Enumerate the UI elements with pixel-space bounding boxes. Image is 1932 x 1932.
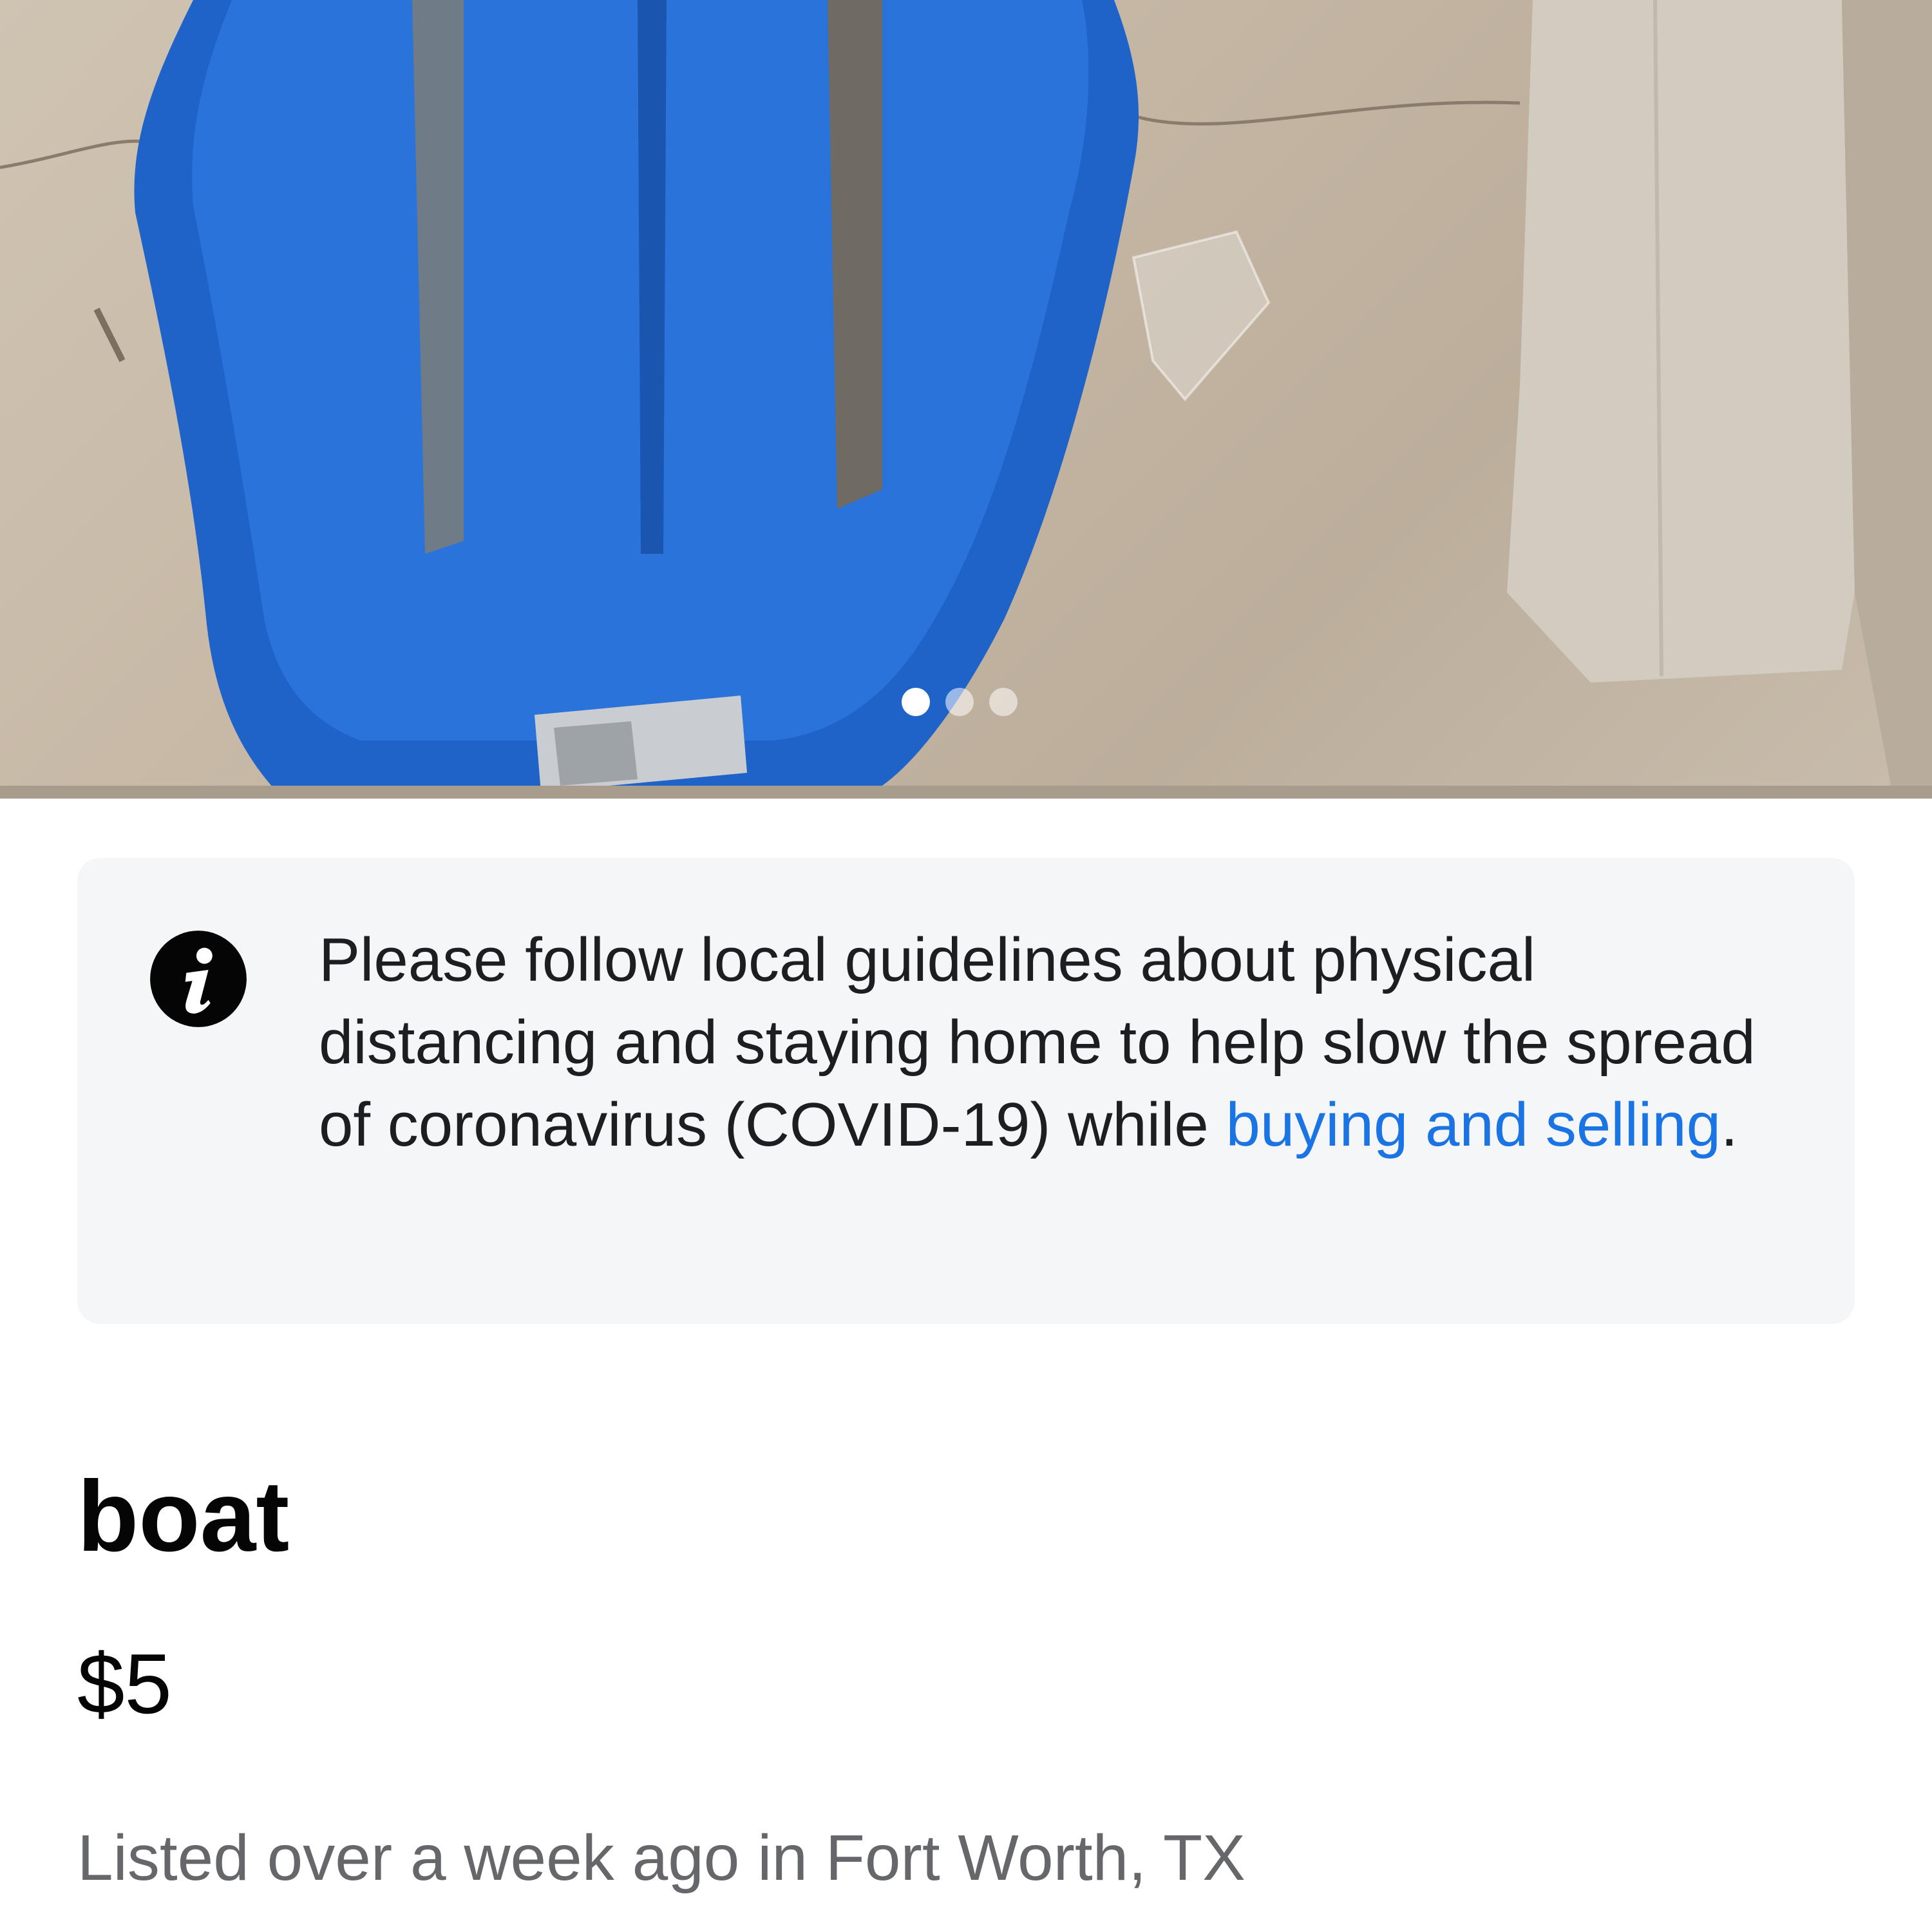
photo-page-dot[interactable] xyxy=(989,688,1018,716)
info-icon xyxy=(150,931,247,1027)
photo-page-indicator[interactable] xyxy=(902,688,1030,716)
covid-notice-banner: Please follow local guidelines about phy… xyxy=(77,858,1855,1324)
listing-photo-image xyxy=(0,0,1932,799)
listing-meta: Listed over a week ago in Fort Worth, TX xyxy=(77,1822,1245,1894)
notice-trailing: . xyxy=(1721,1090,1738,1159)
listing-photo[interactable] xyxy=(0,0,1932,799)
listing-price: $5 xyxy=(77,1636,172,1731)
photo-page-dot[interactable] xyxy=(902,688,930,716)
photo-page-dot[interactable] xyxy=(945,688,974,716)
buying-and-selling-link[interactable]: buying and selling xyxy=(1226,1090,1721,1159)
listing-title: boat xyxy=(77,1461,290,1573)
notice-text: Please follow local guidelines about phy… xyxy=(319,919,1800,1166)
